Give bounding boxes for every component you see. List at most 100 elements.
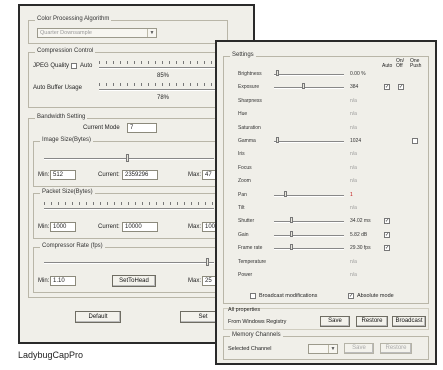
setting-value: 34.02 ms	[350, 218, 371, 225]
setting-slider-thumb[interactable]	[290, 230, 293, 237]
image-size-thumb[interactable]	[126, 154, 129, 162]
bandwidth-setting-title: Bandwidth Setting	[35, 114, 88, 120]
jpeg-quality-value: 85%	[157, 73, 170, 79]
setting-value: n/a	[350, 205, 357, 211]
compression-control-title: Compression Control	[35, 48, 96, 54]
setting-value: 0.00 %	[350, 71, 366, 77]
setting-value: 384	[350, 84, 359, 91]
setting-slider-thumb[interactable]	[284, 190, 287, 197]
registry-broadcast-button[interactable]: Broadcast	[392, 316, 426, 327]
setting-name: Saturation	[238, 124, 261, 131]
set-to-head-button[interactable]: SetToHead	[112, 275, 156, 287]
setting-slider-thumb[interactable]	[290, 244, 293, 251]
setting-slider-thumb[interactable]	[276, 70, 279, 76]
auto-buffer-ticks	[99, 83, 227, 86]
setting-name: Sharpness	[238, 97, 262, 104]
packet-size-min-label: Min:	[38, 224, 50, 230]
jpeg-quality-ticks	[99, 61, 227, 64]
image-size-group: Image Size(Bytes) 46 Min: 512 Current: 2…	[33, 137, 229, 187]
image-size-max-label: Max:	[188, 172, 202, 178]
setting-auto-checkbox[interactable]: ✓	[384, 84, 390, 91]
packet-size-ticks	[44, 202, 214, 205]
packet-size-min-field[interactable]: 1000	[50, 222, 76, 232]
setting-value: n/a	[350, 97, 357, 104]
setting-value: n/a	[350, 124, 357, 131]
compressor-rate-title: Compressor Rate (fps)	[40, 243, 105, 249]
memory-channels-title: Memory Channels	[230, 332, 283, 338]
current-mode-field[interactable]: 7	[127, 123, 157, 133]
image-size-slider[interactable]	[44, 158, 214, 160]
setting-name: Pan	[238, 191, 247, 198]
app-caption: LadybugCapPro	[18, 350, 84, 360]
compressor-rate-max-label: Max:	[188, 278, 202, 284]
setting-slider-thumb[interactable]	[302, 83, 305, 90]
all-properties-group: All properties From Windows Registry Sav…	[223, 307, 429, 330]
compressor-rate-min-field[interactable]: 1.10	[50, 276, 76, 286]
setting-name: Temperature	[238, 258, 267, 265]
color-processing-title: Color Processing Algorithm	[35, 16, 112, 22]
registry-restore-button[interactable]: Restore	[356, 316, 388, 327]
compressor-rate-min-label: Min:	[38, 278, 50, 284]
selected-channel-label: Selected Channel	[228, 346, 272, 352]
setting-value: n/a	[350, 111, 357, 118]
setting-value: 1	[350, 191, 353, 198]
onoff-column-header: On/ Off	[396, 58, 405, 69]
setting-slider[interactable]	[274, 74, 344, 76]
setting-name: Focus	[238, 164, 252, 171]
packet-size-group: Packet Size(Bytes) 10 Min: 1000 Current:…	[33, 189, 229, 239]
color-processing-select[interactable]: Quarter Downsample ▼	[37, 28, 157, 38]
setting-value: n/a	[350, 151, 357, 158]
setting-slider[interactable]	[274, 248, 344, 251]
packet-size-current-field[interactable]: 10000	[122, 222, 158, 232]
setting-slider[interactable]	[274, 87, 344, 90]
setting-name: Power	[238, 272, 253, 278]
jpeg-quality-slider[interactable]	[99, 67, 227, 69]
setting-slider[interactable]	[274, 234, 344, 237]
image-size-current-field[interactable]: 2359296	[122, 170, 158, 180]
chevron-down-icon[interactable]: ▼	[147, 29, 156, 37]
setting-onepush-checkbox[interactable]	[412, 138, 418, 144]
setting-auto-checkbox[interactable]: ✓	[384, 231, 390, 238]
setting-name: Shutter	[238, 218, 255, 225]
setting-name: Gain	[238, 231, 249, 238]
setting-value: 5.82 dB	[350, 231, 368, 238]
memory-channels-group: Memory Channels Selected Channel ▼ Save …	[223, 332, 429, 360]
selected-channel-select[interactable]: ▼	[308, 344, 338, 354]
auto-buffer-value: 78%	[157, 95, 170, 101]
compressor-rate-thumb[interactable]	[206, 258, 209, 266]
setting-value: n/a	[350, 258, 357, 265]
auto-buffer-slider[interactable]	[99, 89, 227, 91]
default-button[interactable]: Default	[75, 311, 121, 323]
registry-save-button[interactable]: Save	[320, 316, 350, 327]
auto-column-header: Auto	[382, 63, 393, 69]
channel-save-button[interactable]: Save	[344, 343, 374, 354]
setting-value: 1024	[350, 138, 362, 144]
setting-onoff-checkbox[interactable]: ✓	[398, 84, 404, 91]
chevron-down-icon[interactable]: ▼	[328, 345, 337, 353]
packet-size-slider[interactable]	[44, 208, 214, 210]
setting-auto-checkbox[interactable]: ✓	[384, 245, 390, 252]
color-processing-value: Quarter Downsample	[40, 30, 92, 36]
onepush-column-header: One Push	[410, 58, 422, 69]
setting-slider[interactable]	[274, 141, 344, 143]
compression-control-group: Compression Control JPEG Quality Auto 85…	[28, 48, 228, 108]
auto-buffer-label: Auto Buffer Usage	[33, 85, 82, 91]
setting-value: n/a	[350, 164, 357, 171]
packet-size-max-label: Max:	[188, 224, 202, 230]
setting-auto-checkbox[interactable]: ✓	[384, 218, 390, 225]
jpeg-auto-label: Auto	[80, 63, 93, 69]
image-size-min-field[interactable]: 512	[50, 170, 76, 180]
compressor-rate-slider[interactable]	[44, 262, 214, 264]
settings-group: Settings Auto On/ Off One Push Brightnes…	[223, 52, 429, 304]
broadcast-mods-checkbox[interactable]	[250, 293, 256, 299]
setting-slider-thumb[interactable]	[290, 217, 293, 224]
setting-name: Tilt	[238, 205, 245, 211]
jpeg-auto-checkbox[interactable]	[71, 63, 77, 69]
setting-name: Frame rate	[238, 245, 263, 252]
setting-slider-thumb[interactable]	[276, 137, 279, 143]
absolute-mode-checkbox[interactable]: ✓	[348, 293, 354, 299]
setting-slider[interactable]	[274, 221, 344, 224]
channel-restore-button[interactable]: Restore	[380, 343, 412, 354]
image-size-current-label: Current:	[98, 172, 120, 178]
setting-name: Exposure	[238, 84, 260, 91]
